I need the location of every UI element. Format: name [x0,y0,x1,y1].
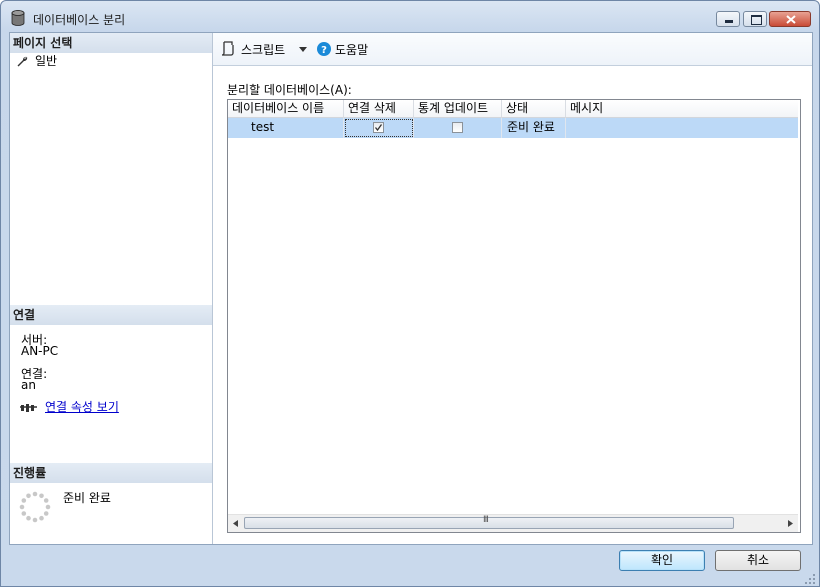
dialog-footer: 확인 취소 [1,544,819,586]
script-button[interactable]: 스크립트 [219,39,311,59]
cell-update-statistics[interactable] [414,118,502,138]
page-item-label: 일반 [35,54,58,68]
view-connection-properties-link[interactable]: 연결 속성 보기 [45,398,119,415]
database-icon [11,10,25,26]
dialog-window: 데이터베이스 분리 페이지 선택 일반 연결 서버: AN-PC 연결: an … [0,0,820,587]
scroll-left-icon[interactable] [233,520,239,527]
cancel-button[interactable]: 취소 [715,550,801,571]
dialog-client: 페이지 선택 일반 연결 서버: AN-PC 연결: an 연결 속성 보기 진… [9,32,813,545]
cell-database-name: test [246,118,344,138]
progress-spinner-icon [19,491,51,523]
ok-button[interactable]: 확인 [619,550,705,571]
cell-drop-connections[interactable] [344,118,414,138]
maximize-button[interactable] [743,11,767,27]
resize-grip-icon[interactable] [805,574,815,584]
progress-header: 진행률 [10,463,212,483]
databases-grid[interactable]: 데이터베이스 이름 연결 삭제 통계 업데이트 상태 메시지 test 준비 완… [227,99,801,533]
close-button[interactable] [769,11,811,27]
right-panel: 스크립트 ? 도움말 분리할 데이터베이스(A): 데이터베이스 이름 연결 삭… [213,33,812,544]
column-header-update-statistics[interactable]: 통계 업데이트 [414,100,502,118]
row-header [228,118,246,138]
scrollbar-grip: III [483,515,489,525]
column-header-database-name[interactable]: 데이터베이스 이름 [228,100,344,118]
wrench-icon [17,56,28,67]
connection-properties-icon [20,404,37,412]
script-label: 스크립트 [241,43,286,57]
cell-status: 준비 완료 [502,118,566,138]
column-header-message[interactable]: 메시지 [566,100,798,118]
connection-header: 연결 [10,305,212,325]
column-header-status[interactable]: 상태 [502,100,566,118]
close-icon [786,15,796,24]
checkmark-icon [374,124,383,132]
svg-text:?: ? [321,45,327,56]
table-row[interactable]: test 준비 완료 [228,118,798,138]
page-select-header: 페이지 선택 [10,33,212,53]
databases-label: 분리할 데이터베이스(A): [227,83,352,97]
cell-message [566,118,798,138]
minimize-button[interactable] [716,11,740,27]
chevron-down-icon[interactable] [299,47,307,52]
minimize-icon [725,20,733,23]
maximize-icon [751,15,762,25]
scrollbar-thumb[interactable]: III [244,515,734,529]
progress-status: 준비 완료 [63,491,111,505]
script-icon [221,41,234,56]
left-panel: 페이지 선택 일반 연결 서버: AN-PC 연결: an 연결 속성 보기 진… [10,33,213,544]
horizontal-scrollbar[interactable]: III [228,514,798,532]
page-item-general[interactable]: 일반 [14,53,204,71]
help-label: 도움말 [335,43,369,57]
update-statistics-checkbox[interactable] [452,122,463,133]
toolbar: 스크립트 ? 도움말 [213,33,812,66]
help-icon: ? [317,42,331,56]
connection-value: an [21,378,36,392]
scroll-right-icon[interactable] [787,520,793,527]
title-bar[interactable]: 데이터베이스 분리 [1,1,819,35]
help-button[interactable]: ? 도움말 [315,39,375,59]
column-header-drop-connections[interactable]: 연결 삭제 [344,100,414,118]
window-title: 데이터베이스 분리 [33,13,126,27]
drop-connections-checkbox[interactable] [373,122,384,133]
server-value: AN-PC [21,344,59,358]
